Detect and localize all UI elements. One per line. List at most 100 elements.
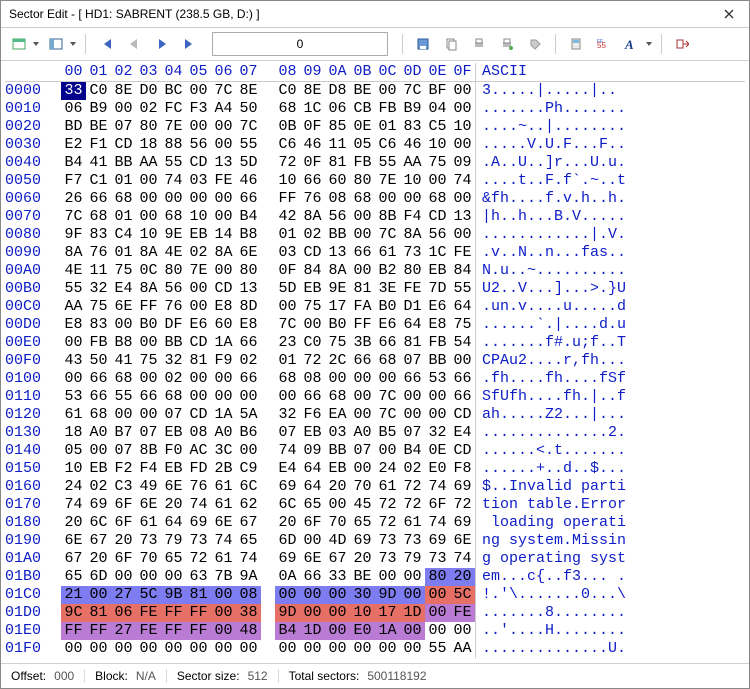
hex-byte[interactable]: B8 xyxy=(236,226,261,244)
hex-byte[interactable]: 69 xyxy=(186,514,211,532)
hex-byte[interactable]: 68 xyxy=(425,190,450,208)
hex-byte[interactable]: 00 xyxy=(400,190,425,208)
hex-byte[interactable]: BB xyxy=(161,334,186,352)
hex-byte[interactable]: 9D xyxy=(375,586,400,604)
hex-byte[interactable]: 68 xyxy=(350,190,375,208)
hex-byte[interactable]: 61 xyxy=(400,514,425,532)
hex-byte[interactable]: 74 xyxy=(275,442,300,460)
hex-byte[interactable]: 00 xyxy=(425,388,450,406)
hex-byte[interactable]: 00 xyxy=(236,388,261,406)
ascii-text[interactable]: ng system.Missin xyxy=(482,532,745,550)
hex-byte[interactable]: 60 xyxy=(325,172,350,190)
hex-byte[interactable]: 62 xyxy=(236,496,261,514)
hex-byte[interactable]: 01 xyxy=(111,172,136,190)
hex-byte[interactable]: B0 xyxy=(136,316,161,334)
hex-byte[interactable]: 72 xyxy=(400,496,425,514)
hex-byte[interactable]: 76 xyxy=(161,298,186,316)
hex-byte[interactable]: E8 xyxy=(61,316,86,334)
hex-byte[interactable]: 07 xyxy=(350,442,375,460)
hex-byte[interactable]: 6E xyxy=(300,550,325,568)
hex-byte[interactable]: 26 xyxy=(61,190,86,208)
hex-byte[interactable]: 32 xyxy=(86,280,111,298)
hex-byte[interactable]: 05 xyxy=(350,136,375,154)
hex-byte[interactable]: 75 xyxy=(450,316,476,334)
hex-byte[interactable]: 02 xyxy=(186,244,211,262)
hex-byte[interactable]: 7C xyxy=(211,82,236,101)
hex-byte[interactable]: 6C xyxy=(275,496,300,514)
hex-byte[interactable]: 00 xyxy=(61,370,86,388)
hex-byte[interactable]: 00 xyxy=(375,370,400,388)
hex-byte[interactable]: 06 xyxy=(111,604,136,622)
hex-byte[interactable]: 6E xyxy=(111,298,136,316)
hex-byte[interactable]: 17 xyxy=(375,604,400,622)
tag-icon[interactable] xyxy=(523,32,547,56)
hex-byte[interactable]: 80 xyxy=(350,172,375,190)
hex-byte[interactable]: 01 xyxy=(275,352,300,370)
hex-byte[interactable]: 74 xyxy=(236,550,261,568)
hex-byte[interactable]: 43 xyxy=(61,352,86,370)
hex-byte[interactable]: 6E xyxy=(61,532,86,550)
hex-byte[interactable]: 6E xyxy=(161,478,186,496)
hex-byte[interactable]: 20 xyxy=(450,568,476,586)
ascii-text[interactable]: .fh....fh....fSf xyxy=(482,370,745,388)
hex-byte[interactable]: 6C xyxy=(236,478,261,496)
hex-byte[interactable]: A0 xyxy=(350,424,375,442)
hex-byte[interactable]: 13 xyxy=(211,154,236,172)
hex-byte[interactable]: FE xyxy=(211,172,236,190)
hex-byte[interactable]: 41 xyxy=(86,154,111,172)
hex-byte[interactable]: FE xyxy=(400,280,425,298)
hex-byte[interactable]: 66 xyxy=(350,244,375,262)
hex-byte[interactable]: 76 xyxy=(86,244,111,262)
hex-byte[interactable]: 00 xyxy=(375,640,400,658)
hex-byte[interactable]: 00 xyxy=(236,442,261,460)
hex-byte[interactable]: 55 xyxy=(375,154,400,172)
hex-byte[interactable]: 13 xyxy=(450,208,476,226)
hex-byte[interactable]: 00 xyxy=(211,118,236,136)
hex-byte[interactable]: C6 xyxy=(275,136,300,154)
hex-byte[interactable]: D1 xyxy=(400,298,425,316)
ascii-text[interactable]: ah.....Z2...|... xyxy=(482,406,745,424)
hex-byte[interactable]: 66 xyxy=(86,388,111,406)
ascii-text[interactable]: SfUfh....fh.|..f xyxy=(482,388,745,406)
hex-byte[interactable]: EB xyxy=(86,460,111,478)
hex-byte[interactable]: 65 xyxy=(350,514,375,532)
hex-byte[interactable]: 70 xyxy=(325,514,350,532)
hex-byte[interactable]: 55 xyxy=(450,280,476,298)
hex-byte[interactable]: 41 xyxy=(111,352,136,370)
hex-byte[interactable]: 68 xyxy=(111,190,136,208)
ascii-text[interactable]: ..............2. xyxy=(482,424,745,442)
hex-byte[interactable]: 75 xyxy=(300,298,325,316)
hex-byte[interactable]: 7C xyxy=(236,118,261,136)
hex-byte[interactable]: 61 xyxy=(211,478,236,496)
hex-byte[interactable]: AA xyxy=(136,154,161,172)
hex-byte[interactable]: 00 xyxy=(111,568,136,586)
hex-byte[interactable]: E6 xyxy=(186,316,211,334)
ascii-text[interactable]: .v..N..n...fas.. xyxy=(482,244,745,262)
hex-byte[interactable]: 10 xyxy=(61,460,86,478)
hex-byte[interactable]: FF xyxy=(275,190,300,208)
hex-byte[interactable]: 64 xyxy=(300,460,325,478)
hex-byte[interactable]: 00 xyxy=(350,640,375,658)
hex-byte[interactable]: 00 xyxy=(325,496,350,514)
hex-byte[interactable]: 6E xyxy=(450,532,476,550)
hex-byte[interactable]: 00 xyxy=(111,640,136,658)
hex-byte[interactable]: B8 xyxy=(111,334,136,352)
hex-byte[interactable]: 7C xyxy=(375,226,400,244)
hex-byte[interactable]: B0 xyxy=(375,298,400,316)
hex-byte[interactable]: 00 xyxy=(325,640,350,658)
hex-byte[interactable]: 85 xyxy=(325,118,350,136)
hex-byte[interactable]: 88 xyxy=(161,136,186,154)
hex-byte[interactable]: 01 xyxy=(111,208,136,226)
hex-byte[interactable]: 83 xyxy=(400,118,425,136)
hex-byte[interactable]: 32 xyxy=(425,424,450,442)
hex-byte[interactable]: 24 xyxy=(61,478,86,496)
hex-byte[interactable]: 00 xyxy=(275,388,300,406)
hex-byte[interactable]: 66 xyxy=(375,334,400,352)
hex-byte[interactable]: 20 xyxy=(61,514,86,532)
hex-byte[interactable]: FB xyxy=(375,100,400,118)
hex-byte[interactable]: BD xyxy=(61,118,86,136)
hex-byte[interactable]: 02 xyxy=(236,352,261,370)
hex-byte[interactable]: 00 xyxy=(211,622,236,640)
hex-byte[interactable]: 79 xyxy=(400,550,425,568)
hex-byte[interactable]: FF xyxy=(186,622,211,640)
